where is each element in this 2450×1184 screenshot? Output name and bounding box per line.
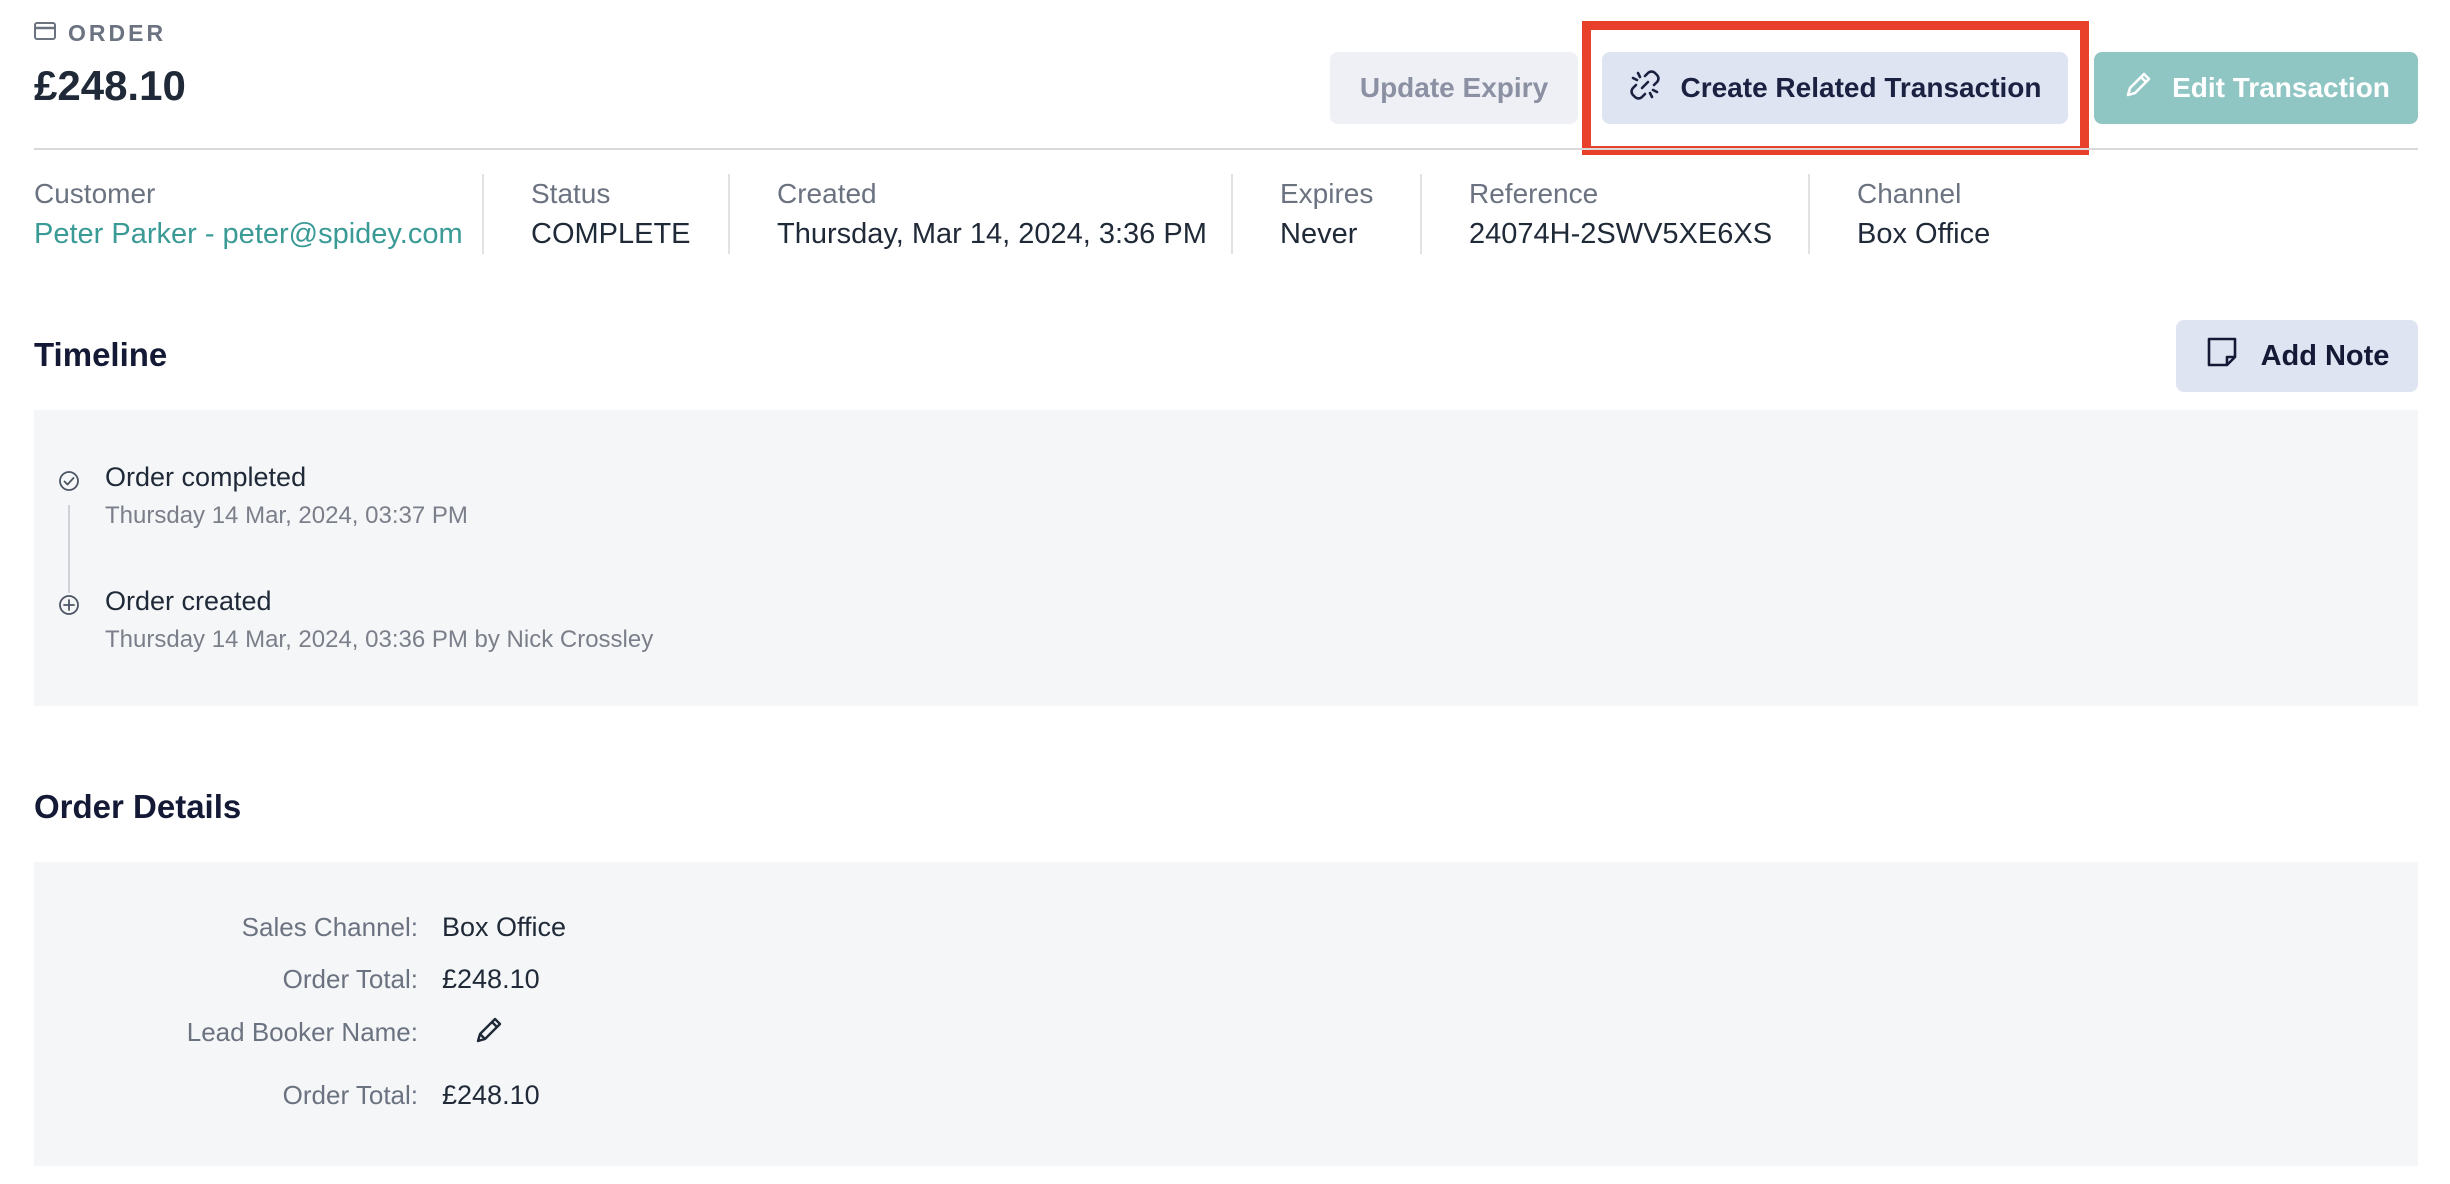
created-label: Created bbox=[777, 178, 877, 209]
order-header-label: ORDER bbox=[34, 20, 166, 47]
detail-value: £248.10 bbox=[442, 1080, 540, 1110]
order-amount: £248.10 bbox=[34, 62, 186, 109]
order-section-label: ORDER bbox=[68, 20, 167, 46]
meta-expires: Expires Never bbox=[1280, 176, 1373, 260]
detail-value: £248.10 bbox=[442, 964, 540, 994]
highlight-box bbox=[1582, 21, 2089, 155]
expires-label: Expires bbox=[1280, 178, 1374, 209]
update-expiry-button[interactable]: Update Expiry bbox=[1330, 52, 1578, 124]
edit-transaction-button[interactable]: Edit Transaction bbox=[2094, 52, 2418, 124]
channel-label: Channel bbox=[1857, 178, 1962, 209]
detail-label: Order Total: bbox=[282, 1080, 418, 1110]
detail-label: Order Total: bbox=[282, 964, 418, 994]
timeline-item-title: Order completed bbox=[105, 462, 307, 492]
customer-link[interactable]: Peter Parker - peter@spidey.com bbox=[34, 212, 463, 256]
detail-value: Box Office bbox=[442, 912, 567, 942]
reference-label: Reference bbox=[1469, 178, 1599, 209]
timeline-item-time: Thursday 14 Mar, 2024, 03:37 PM bbox=[105, 502, 468, 529]
meta-separator bbox=[1420, 174, 1422, 254]
plus-circle-icon bbox=[58, 594, 80, 616]
expires-value: Never bbox=[1280, 218, 1358, 250]
detail-row-sales-channel: Sales Channel: Box Office bbox=[34, 912, 934, 952]
check-circle-icon bbox=[58, 470, 80, 492]
detail-row-order-total: Order Total: £248.10 bbox=[34, 964, 934, 1004]
order-details-panel: Sales Channel: Box Office Order Total: £… bbox=[34, 862, 2418, 1166]
detail-row-order-total: Order Total: £248.10 bbox=[34, 1080, 934, 1120]
note-icon bbox=[2205, 335, 2239, 377]
order-details-title: Order Details bbox=[34, 788, 242, 825]
meta-customer: Customer Peter Parker - peter@spidey.com bbox=[34, 176, 463, 260]
customer-label: Customer bbox=[34, 178, 156, 209]
detail-label: Lead Booker Name: bbox=[186, 1017, 418, 1047]
meta-status: Status COMPLETE bbox=[531, 176, 691, 260]
add-note-button[interactable]: Add Note bbox=[2176, 320, 2418, 392]
edit-transaction-label: Edit Transaction bbox=[2172, 72, 2390, 103]
pencil-icon bbox=[2122, 69, 2154, 108]
detail-row-lead-booker: Lead Booker Name: bbox=[34, 1017, 934, 1057]
reference-value: 24074H-2SWV5XE6XS bbox=[1469, 218, 1773, 250]
detail-label: Sales Channel: bbox=[241, 912, 418, 942]
created-value: Thursday, Mar 14, 2024, 3:36 PM bbox=[777, 218, 1207, 250]
timeline-title: Timeline bbox=[34, 336, 168, 373]
status-value: COMPLETE bbox=[531, 218, 691, 250]
meta-separator bbox=[1808, 174, 1810, 254]
channel-value: Box Office bbox=[1857, 218, 1991, 250]
meta-created: Created Thursday, Mar 14, 2024, 3:36 PM bbox=[777, 176, 1207, 260]
header-divider bbox=[34, 148, 2418, 150]
add-note-label: Add Note bbox=[2260, 339, 2390, 372]
update-expiry-label: Update Expiry bbox=[1359, 72, 1549, 103]
meta-separator bbox=[482, 174, 484, 254]
meta-reference: Reference 24074H-2SWV5XE6XS bbox=[1469, 176, 1772, 260]
timeline-item-time: Thursday 14 Mar, 2024, 03:36 PM by Nick … bbox=[105, 626, 654, 653]
timeline-connector bbox=[68, 505, 70, 593]
timeline-item-title: Order created bbox=[105, 586, 272, 616]
meta-channel: Channel Box Office bbox=[1857, 176, 1990, 260]
credit-card-icon bbox=[34, 22, 56, 45]
meta-separator bbox=[728, 174, 730, 254]
status-label: Status bbox=[531, 178, 611, 209]
timeline-panel: Order completed Thursday 14 Mar, 2024, 0… bbox=[34, 410, 2418, 706]
pencil-icon[interactable] bbox=[472, 1013, 506, 1052]
meta-separator bbox=[1231, 174, 1233, 254]
